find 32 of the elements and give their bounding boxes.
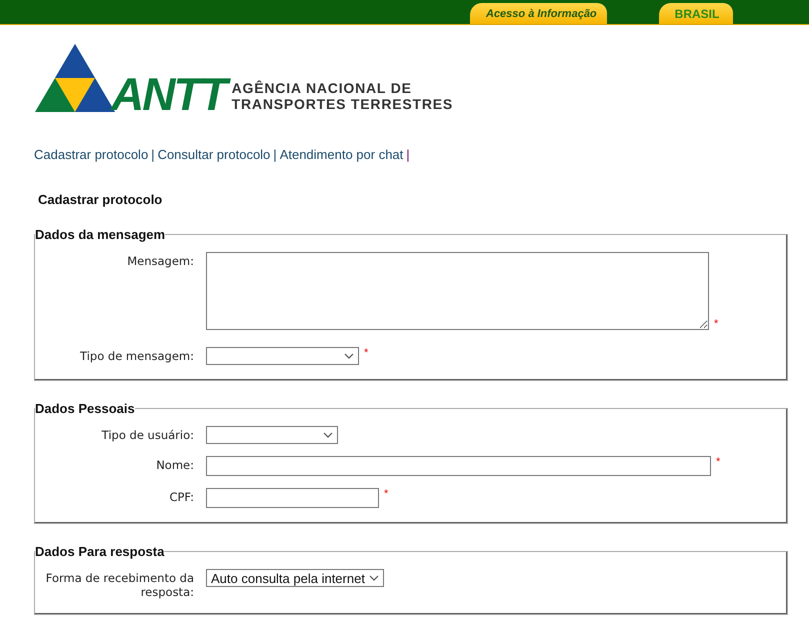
section-legend: Dados da mensagem [35, 227, 166, 242]
field-label: Nome: [155, 457, 194, 472]
agency-name: AGÊNCIA NACIONAL DE [232, 80, 413, 96]
nav-link[interactable]: Consultar protocolo [158, 147, 270, 162]
field-label: Tipo de mensagem: [79, 348, 194, 363]
required-mark: * [364, 347, 368, 359]
input-field[interactable] [206, 488, 379, 508]
nav-link[interactable]: Atendimento por chat [280, 147, 404, 162]
field-label: Mensagem: [126, 253, 194, 268]
separator: | [273, 147, 277, 162]
chevron-down-icon [344, 353, 354, 359]
required-mark: * [384, 488, 388, 500]
separator: | [151, 147, 155, 162]
separator: | [406, 147, 410, 162]
chevron-down-icon [323, 432, 333, 438]
required-mark: * [716, 456, 720, 468]
field-label: Tipo de usuário: [100, 427, 194, 442]
chevron-down-icon [368, 575, 379, 581]
section-legend: Dados Para resposta [35, 544, 164, 559]
dropdown[interactable] [206, 426, 338, 444]
message-field[interactable] [206, 252, 709, 330]
page-title: Cadastrar protocolo [38, 192, 164, 207]
top-link[interactable]: Acesso à Informação [470, 3, 607, 24]
dropdown[interactable] [206, 347, 359, 365]
input-field[interactable] [206, 456, 711, 476]
section-legend: Dados Pessoais [35, 401, 135, 416]
nav-link[interactable]: Cadastrar protocolo [34, 147, 148, 162]
agency-name: TRANSPORTES TERRESTRES [232, 96, 454, 112]
required-mark: * [714, 318, 718, 330]
field-label: CPF: [168, 489, 194, 504]
field-label: Forma de recebimento da resposta: [44, 570, 194, 599]
dropdown[interactable]: Auto consulta pela internet [206, 569, 384, 587]
